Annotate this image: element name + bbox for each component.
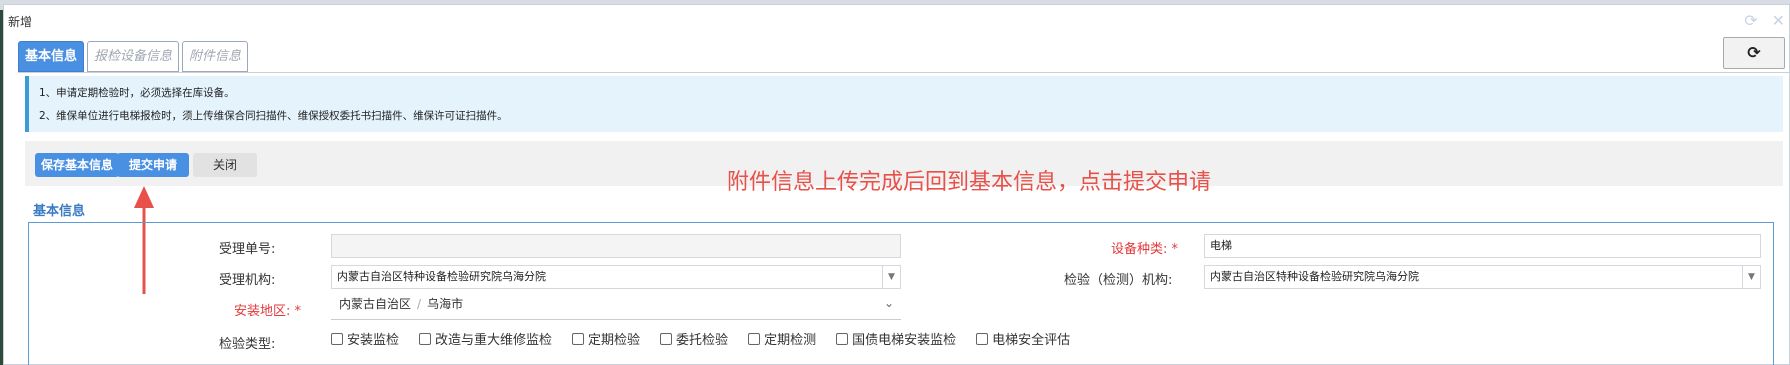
accept-no-label: 受理单号: — [219, 242, 276, 257]
inspect-org-value: 内蒙古自治区特种设备检验研究院乌海分院 — [1210, 270, 1419, 283]
notice-line-1: 1、申请定期检验时，必须选择在库设备。 — [39, 87, 235, 99]
inspect-type-label: 检验类型: — [219, 337, 276, 352]
tab-device-info[interactable]: 报检设备信息 — [87, 41, 180, 72]
inspect-type-group: 安装监检 改造与重大维修监检 定期检验 委托检验 定期检测 国债电梯安装监检 电… — [331, 329, 1090, 348]
section-title: 基本信息 — [33, 204, 86, 219]
cascader-underline — [331, 319, 901, 320]
accept-org-value: 内蒙古自治区特种设备检验研究院乌海分院 — [337, 270, 546, 283]
dropdown-arrow-icon: ▼ — [1742, 266, 1760, 288]
tab-divider — [18, 72, 1789, 73]
checkbox-icon — [419, 332, 432, 345]
close-dialog-icon[interactable]: ✕ — [1772, 11, 1785, 30]
save-basic-info-button[interactable]: 保存基本信息 — [35, 153, 120, 177]
accept-org-select[interactable]: 内蒙古自治区特种设备检验研究院乌海分院 ▼ — [331, 265, 901, 289]
inspect-type-option[interactable]: 改造与重大维修监检 — [419, 329, 552, 348]
dropdown-arrow-icon: ▼ — [882, 266, 900, 288]
install-area-cascader[interactable]: 内蒙古自治区 / 乌海市 — [339, 290, 901, 318]
inspect-type-option[interactable]: 国债电梯安装监检 — [836, 329, 956, 348]
device-type-label: 设备种类: * — [1111, 242, 1179, 257]
notice-line-2: 2、维保单位进行电梯报检时，须上传维保合同扫描件、维保授权委托书扫描件、维保许可… — [39, 110, 508, 122]
checkbox-icon — [748, 332, 761, 345]
inspect-type-option[interactable]: 委托检验 — [660, 329, 728, 348]
install-area-label: 安装地区: * — [234, 304, 302, 319]
inspect-org-select[interactable]: 内蒙古自治区特种设备检验研究院乌海分院 ▼ — [1204, 265, 1761, 289]
checkbox-icon — [660, 332, 673, 345]
notice-box: 1、申请定期检验时，必须选择在库设备。 2、维保单位进行电梯报检时，须上传维保合… — [25, 76, 1783, 132]
checkbox-icon — [976, 332, 989, 345]
inspect-type-option[interactable]: 定期检测 — [748, 329, 816, 348]
install-area-city: 乌海市 — [427, 297, 464, 311]
chevron-down-icon[interactable]: ⌄ — [884, 296, 894, 310]
tab-basic-info[interactable]: 基本信息 — [18, 41, 85, 72]
checkbox-icon — [836, 332, 849, 345]
close-button[interactable]: 关闭 — [193, 153, 257, 177]
tab-bar: 基本信息 报检设备信息 附件信息 — [18, 41, 249, 72]
inspect-type-option[interactable]: 电梯安全评估 — [976, 329, 1070, 348]
refresh-button[interactable]: ⟳ — [1723, 37, 1785, 69]
dialog-title: 新增 — [8, 15, 33, 29]
inspect-type-option[interactable]: 定期检验 — [572, 329, 640, 348]
checkbox-icon — [331, 332, 343, 345]
submit-application-button[interactable]: 提交申请 — [117, 153, 190, 177]
install-area-province: 内蒙古自治区 — [339, 297, 412, 311]
checkbox-icon — [572, 332, 585, 345]
reload-dialog-icon[interactable]: ⟳ — [1744, 11, 1757, 30]
tab-attachments[interactable]: 附件信息 — [182, 41, 249, 72]
device-type-input[interactable]: 电梯 — [1204, 234, 1761, 258]
accept-org-label: 受理机构: — [219, 273, 276, 288]
cascader-separator: / — [417, 297, 422, 311]
accept-no-input[interactable] — [331, 234, 901, 258]
basic-info-form: 受理单号: 设备种类: * 电梯 受理机构: 内蒙古自治区特种设备检验研究院乌海… — [28, 222, 1774, 365]
refresh-icon: ⟳ — [1747, 43, 1761, 62]
annotation-hint: 附件信息上传完成后回到基本信息，点击提交申请 — [727, 170, 1212, 195]
inspect-org-label: 检验（检测）机构: — [1064, 273, 1173, 288]
dialog-titlebar: 新增 ⟳ ✕ — [4, 5, 1789, 35]
inspect-type-option[interactable]: 安装监检 — [331, 329, 399, 348]
dialog-tools: ⟳ ✕ — [1744, 11, 1785, 30]
